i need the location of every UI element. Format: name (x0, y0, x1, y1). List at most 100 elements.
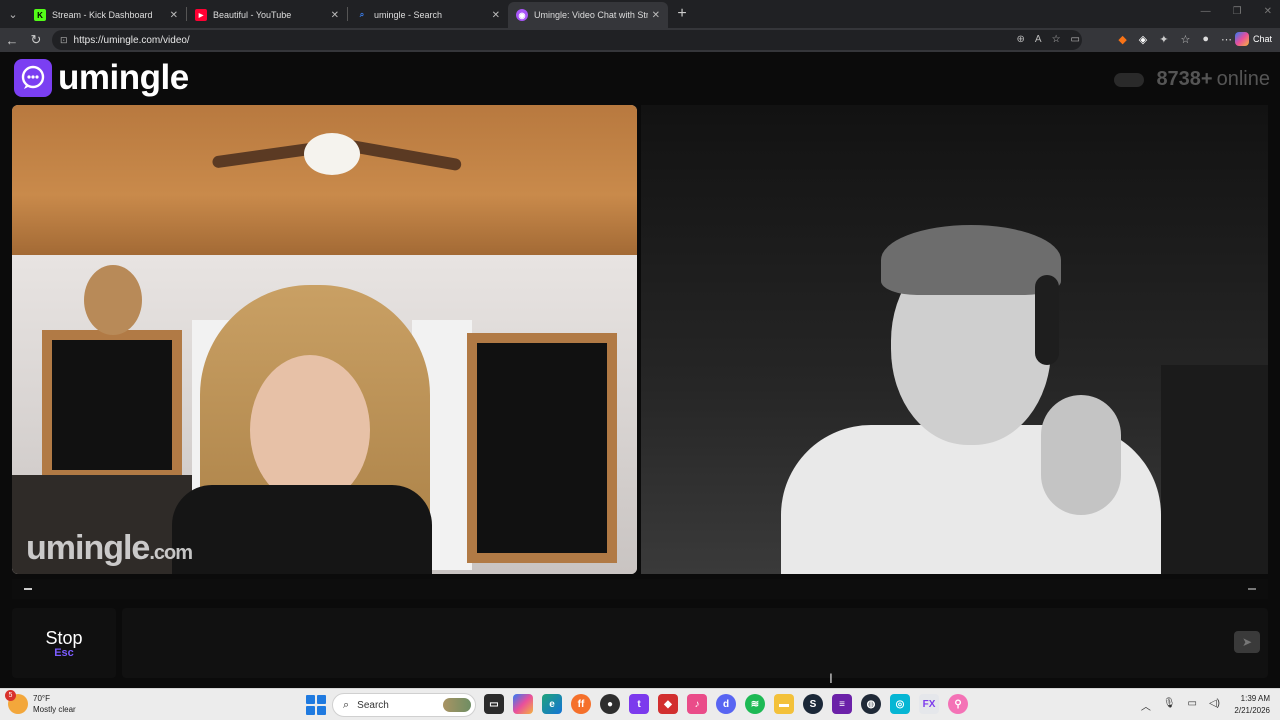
dark-app-icon[interactable]: ◍ (861, 694, 881, 714)
taskbar-search[interactable]: ⌕ Search (332, 693, 476, 717)
close-tab-icon[interactable]: ✕ (492, 10, 500, 21)
umingle-logo[interactable]: umingle (14, 58, 189, 98)
chat-bubble-icon (14, 59, 52, 97)
clock-date: 2/21/2026 (1234, 706, 1270, 715)
message-input[interactable]: ➤ (122, 608, 1268, 678)
address-bar-row: ← ↻ ⊡ https://umingle.com/video/ ⊕ A ☆ ▭… (0, 28, 1280, 52)
firefox-icon[interactable]: ff (571, 694, 591, 714)
music-icon[interactable]: ♪ (687, 694, 707, 714)
stop-button[interactable]: Stop Esc (12, 608, 116, 678)
stranger-video: umingle.com (12, 105, 637, 574)
new-tab-button[interactable]: + (668, 5, 696, 23)
steam-icon[interactable]: S (803, 694, 823, 714)
edge-icon[interactable]: e (542, 694, 562, 714)
umingle-page: umingle 8738+ online umingle.com Stop Es… (0, 52, 1280, 688)
back-arrow-icon[interactable]: ← (0, 33, 24, 48)
send-arrow-icon: ➤ (1241, 635, 1253, 649)
chat-log (12, 579, 1268, 599)
tab-title: Stream - Kick Dashboard (52, 10, 153, 20)
address-bar-actions: ⊕ A ☆ ▭ (1017, 34, 1080, 45)
video-scene-window (42, 330, 182, 480)
profile-avatar[interactable]: ● (1202, 33, 1209, 46)
pin-app-icon[interactable]: ⚲ (948, 694, 968, 714)
video-scene-hand (1041, 395, 1121, 515)
tab-search[interactable]: ⌕ umingle - Search ✕ (348, 2, 508, 28)
send-button[interactable]: ➤ (1234, 631, 1260, 653)
online-label: online (1216, 68, 1270, 90)
tab-title: Beautiful - YouTube (213, 10, 292, 20)
site-info-icon[interactable]: ⊡ (60, 35, 68, 46)
umingle-watermark: umingle.com (26, 529, 193, 568)
tray-overflow-icon[interactable]: ︿ (1141, 698, 1151, 713)
notification-badge: 5 (5, 690, 16, 701)
more-menu-icon[interactable]: ⋯ (1221, 33, 1232, 46)
display-icon[interactable]: ▭ (1188, 698, 1197, 713)
close-tab-icon[interactable]: ✕ (652, 10, 660, 21)
fx-app-icon[interactable]: FX (919, 694, 939, 714)
tab-list-chevron-icon[interactable]: ⌄ (0, 0, 26, 28)
tab-kick-dashboard[interactable]: K Stream - Kick Dashboard ✕ (26, 2, 186, 28)
extension-icons: ◆ ◈ ✦ ☆ ● ⋯ (1118, 33, 1232, 46)
twitch-icon[interactable]: t (629, 694, 649, 714)
tab-title: umingle - Search (374, 10, 443, 20)
search-favicon-icon: ⌕ (359, 10, 365, 19)
online-counter: 8738+ online (1114, 68, 1270, 91)
tab-youtube[interactable]: ▶ Beautiful - YouTube ✕ (187, 2, 347, 28)
spotify-icon[interactable]: ≋ (745, 694, 765, 714)
favorites-icon[interactable]: ☆ (1180, 33, 1190, 46)
read-aloud-icon[interactable]: A (1035, 34, 1042, 45)
camera-icon[interactable]: ▭ (1071, 34, 1080, 45)
system-tray: ︿ 🎙 ▭ ◁) (1141, 698, 1220, 713)
youtube-favicon-icon: ▶ (195, 9, 207, 21)
taskbar-clock[interactable]: 1:39 AM 2/21/2026 (1234, 693, 1270, 717)
video-scene-face (250, 355, 370, 505)
search-icon: ⌕ (343, 698, 350, 711)
windows-logo-icon (306, 695, 315, 704)
chat-log-scroll-marker (1248, 588, 1256, 590)
search-highlight-image (443, 698, 471, 712)
extension-fox-icon[interactable]: ◆ (1118, 33, 1126, 46)
close-tab-icon[interactable]: ✕ (170, 10, 178, 21)
maximize-icon[interactable]: ❐ (1233, 6, 1242, 17)
clock-time: 1:39 AM (1240, 694, 1270, 703)
video-scene-chair (1161, 365, 1268, 574)
weather-description: Mostly clear (33, 705, 76, 714)
zoom-icon[interactable]: ⊕ (1017, 34, 1025, 45)
cyan-app-icon[interactable]: ◎ (890, 694, 910, 714)
purple-app-icon[interactable]: ≡ (832, 694, 852, 714)
stop-label: Stop (45, 627, 83, 648)
watermark-text: umingle (26, 529, 150, 567)
favorite-star-icon[interactable]: ☆ (1052, 34, 1061, 45)
copilot-app-icon[interactable] (513, 694, 533, 714)
tab-umingle[interactable]: ◉ Umingle: Video Chat with Stra ✕ (508, 2, 668, 28)
watermark-suffix: .com (149, 542, 193, 564)
search-label: Search (357, 699, 389, 711)
umingle-favicon-icon: ◉ (516, 9, 528, 21)
video-scene-body (172, 485, 432, 574)
theme-toggle[interactable] (1114, 72, 1145, 87)
file-explorer-icon[interactable]: ▬ (774, 694, 794, 714)
browser-tab-strip: ⌄ K Stream - Kick Dashboard ✕ ▶ Beautifu… (0, 0, 1280, 28)
self-video (641, 105, 1268, 574)
kick-favicon-icon: K (34, 9, 46, 21)
weather-widget[interactable]: 5 70°F Mostly clear (5, 690, 76, 715)
discord-icon[interactable]: d (716, 694, 736, 714)
start-button[interactable] (306, 695, 326, 715)
copilot-chat-button[interactable]: Chat (1234, 32, 1272, 46)
stop-shortcut: Esc (54, 646, 74, 659)
volume-icon[interactable]: ◁) (1209, 698, 1220, 713)
video-scene-light (304, 133, 360, 175)
copilot-icon (1234, 32, 1249, 46)
refresh-icon[interactable]: ↻ (24, 32, 48, 48)
video-scene-ceiling (12, 105, 637, 255)
close-window-icon[interactable]: ✕ (1264, 6, 1272, 17)
extensions-puzzle-icon[interactable]: ✦ (1159, 33, 1168, 46)
close-tab-icon[interactable]: ✕ (331, 10, 339, 21)
microphone-icon[interactable]: 🎙 (1163, 698, 1176, 713)
task-view-icon[interactable]: ▭ (484, 694, 504, 714)
obs-icon[interactable]: ● (600, 694, 620, 714)
minimize-icon[interactable]: — (1201, 6, 1211, 17)
extension-diamond-icon[interactable]: ◈ (1139, 33, 1147, 46)
url-input[interactable]: ⊡ https://umingle.com/video/ (52, 30, 1082, 50)
red-app-icon[interactable]: ◆ (658, 694, 678, 714)
